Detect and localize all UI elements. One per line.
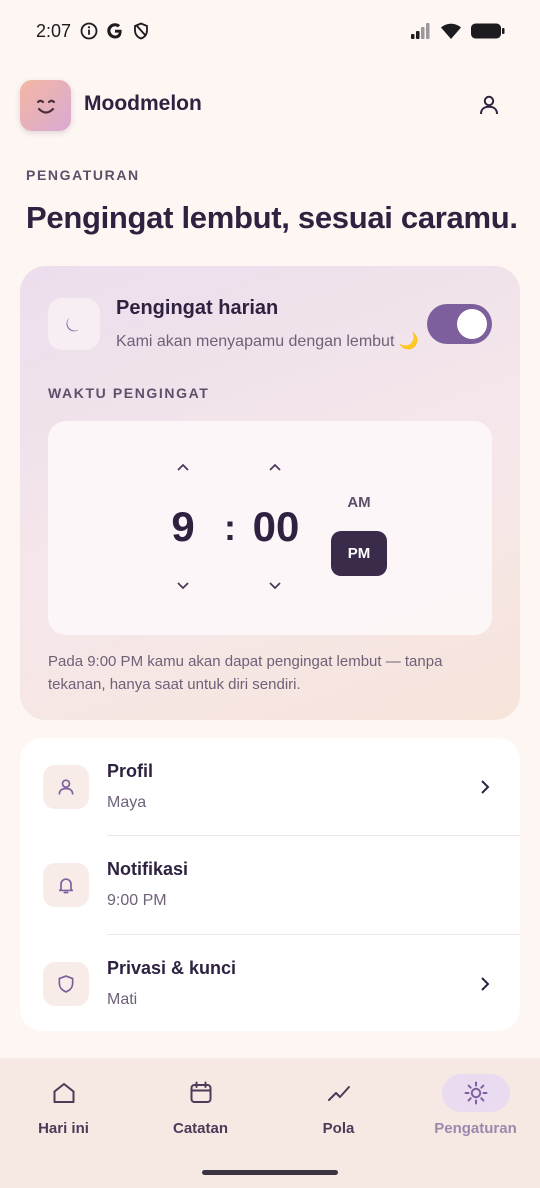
time-picker: 9 : 00 AM PM [48, 421, 492, 635]
nav-item-notes[interactable]: Catatan [133, 1058, 268, 1158]
chevron-down-icon [269, 582, 281, 590]
home-icon [53, 1083, 75, 1103]
reminder-time-label: WAKTU PENGINGAT [48, 385, 210, 401]
account-button[interactable] [474, 90, 504, 120]
chevron-up-icon [177, 463, 189, 471]
minute-down-button[interactable] [265, 576, 285, 596]
row-icon [43, 765, 89, 809]
row-title: Notifikasi [107, 859, 189, 879]
moon-tile [48, 298, 100, 350]
minute-up-button[interactable] [265, 457, 285, 477]
status-right-icons [410, 22, 506, 40]
app-logo [20, 80, 71, 131]
row-icon [43, 962, 89, 1006]
nav-label: Pola [322, 1120, 355, 1137]
shield-icon [134, 22, 148, 40]
calendar-icon [190, 1081, 212, 1103]
person-icon [58, 779, 74, 795]
chevron-right-icon [475, 777, 495, 797]
row-title: Privasi & kunci [107, 958, 237, 978]
google-icon [107, 23, 122, 39]
minute-value[interactable]: 00 [246, 503, 306, 551]
moon-icon [66, 317, 80, 332]
chevron-right-icon [475, 974, 495, 994]
shield-icon [58, 975, 74, 993]
chevron-up-icon [269, 463, 281, 471]
hour-up-button[interactable] [173, 457, 193, 477]
reminder-subtitle: Kami akan menyapamu dengan lembut 🌙 [116, 333, 419, 350]
bell-icon [58, 878, 74, 894]
nav-item-today[interactable]: Hari ini [0, 1058, 131, 1158]
nav-label: Catatan [172, 1120, 228, 1137]
daily-reminder-toggle[interactable] [427, 304, 492, 344]
bottom-nav: Hari ini Catatan Pola Pengaturan [0, 1058, 540, 1188]
settings-sun-icon [464, 1081, 488, 1105]
page-title: Pengingat lembut, sesuai caramu. [26, 200, 518, 235]
reminder-note: Pada 9:00 PM kamu akan dapat pengingat l… [48, 653, 443, 693]
status-time: 2:07 [36, 21, 72, 41]
hour-value[interactable]: 9 [158, 503, 208, 551]
app-name: Moodmelon [84, 92, 202, 115]
nav-label: Pengaturan [434, 1120, 517, 1137]
section-eyebrow: PENGATURAN [26, 167, 140, 183]
smile-icon [36, 99, 55, 114]
reminder-card: Pengingat harian Kami akan menyapamu den… [20, 266, 520, 720]
row-title: Profil [107, 761, 154, 781]
status-left-icons [80, 22, 150, 40]
settings-list: Profil Maya Notifikasi 9:00 PM Privasi &… [20, 738, 520, 1031]
settings-screen: 2:07 Moodmelon PENGATURAN Pengingat lemb… [0, 0, 540, 1188]
info-icon [80, 22, 98, 40]
nav-icon-wrap [305, 1074, 373, 1112]
reminder-title: Pengingat harian [116, 297, 279, 319]
nav-icon-wrap [30, 1074, 98, 1112]
settings-row-privacy[interactable]: Privasi & kunci Mati [20, 935, 520, 1033]
settings-row-profile[interactable]: Profil Maya [20, 738, 520, 836]
pm-option[interactable]: PM [331, 531, 387, 576]
nav-item-settings[interactable]: Pengaturan [408, 1058, 540, 1158]
home-indicator[interactable] [202, 1170, 338, 1175]
am-option[interactable]: AM [331, 494, 387, 511]
row-value: Maya [107, 794, 147, 811]
toggle-knob [457, 309, 487, 339]
hour-down-button[interactable] [173, 576, 193, 596]
row-value: Mati [107, 991, 138, 1008]
nav-label: Hari ini [38, 1120, 89, 1137]
trend-icon [328, 1086, 350, 1101]
person-icon [480, 95, 498, 115]
nav-item-patterns[interactable]: Pola [271, 1058, 406, 1158]
row-icon [43, 863, 89, 907]
status-bar: 2:07 [0, 0, 540, 64]
settings-row-notifications[interactable]: Notifikasi 9:00 PM [20, 836, 520, 934]
signal-icon [411, 23, 430, 39]
chevron-down-icon [177, 582, 189, 590]
row-value: 9:00 PM [107, 892, 167, 909]
nav-icon-wrap [442, 1074, 510, 1112]
time-separator: : [224, 507, 236, 548]
nav-icon-wrap [167, 1074, 235, 1112]
battery-icon [471, 23, 505, 39]
wifi-icon [441, 23, 461, 39]
